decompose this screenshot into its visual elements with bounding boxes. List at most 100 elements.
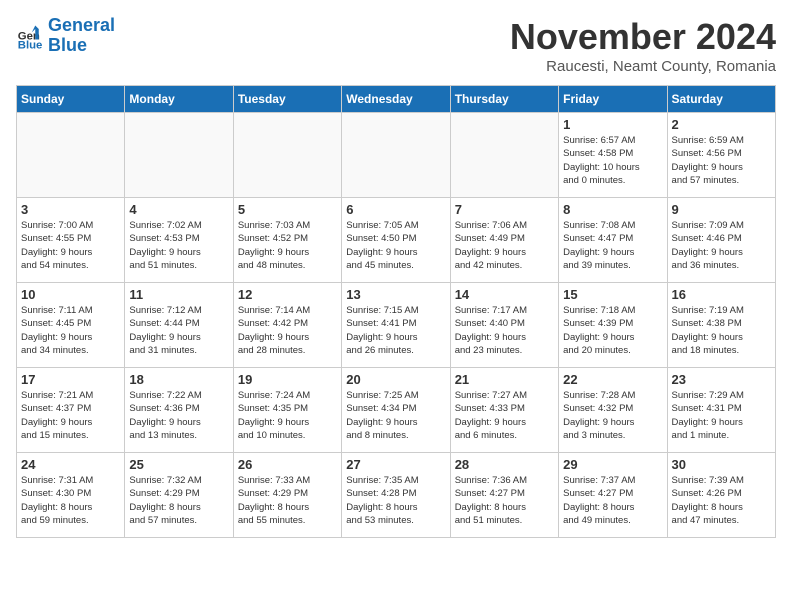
day-info: Sunrise: 7:33 AM Sunset: 4:29 PM Dayligh… — [238, 474, 337, 527]
calendar-week-row: 24 Sunrise: 7:31 AM Sunset: 4:30 PM Dayli… — [17, 453, 776, 538]
day-number: 6 — [346, 202, 445, 217]
table-row: 18 Sunrise: 7:22 AM Sunset: 4:36 PM Dayli… — [125, 368, 233, 453]
table-row: 1 Sunrise: 6:57 AM Sunset: 4:58 PM Daylig… — [559, 113, 667, 198]
table-row: 5 Sunrise: 7:03 AM Sunset: 4:52 PM Daylig… — [233, 198, 341, 283]
day-info: Sunrise: 7:12 AM Sunset: 4:44 PM Dayligh… — [129, 304, 228, 357]
logo: Gen Blue GeneralBlue — [16, 16, 115, 56]
table-row — [342, 113, 450, 198]
table-row: 3 Sunrise: 7:00 AM Sunset: 4:55 PM Daylig… — [17, 198, 125, 283]
table-row: 12 Sunrise: 7:14 AM Sunset: 4:42 PM Dayli… — [233, 283, 341, 368]
table-row: 20Sunrise: 7:25 AM Sunset: 4:34 PM Dayli… — [342, 368, 450, 453]
day-info: Sunrise: 7:22 AM Sunset: 4:36 PM Dayligh… — [129, 389, 228, 442]
table-row: 4 Sunrise: 7:02 AM Sunset: 4:53 PM Daylig… — [125, 198, 233, 283]
day-number: 13 — [346, 287, 445, 302]
day-info: Sunrise: 7:39 AM Sunset: 4:26 PM Dayligh… — [672, 474, 771, 527]
header: Gen Blue GeneralBlue November 2024 Rauce… — [16, 16, 776, 75]
table-row — [450, 113, 558, 198]
day-number: 26 — [238, 457, 337, 472]
day-info: Sunrise: 7:19 AM Sunset: 4:38 PM Dayligh… — [672, 304, 771, 357]
month-title: November 2024 — [510, 16, 776, 58]
day-info: Sunrise: 7:15 AM Sunset: 4:41 PM Dayligh… — [346, 304, 445, 357]
day-info: Sunrise: 6:57 AM Sunset: 4:58 PM Dayligh… — [563, 134, 662, 187]
header-thursday: Thursday — [450, 86, 558, 113]
table-row: 19 Sunrise: 7:24 AM Sunset: 4:35 PM Dayli… — [233, 368, 341, 453]
table-row — [17, 113, 125, 198]
table-row: 26 Sunrise: 7:33 AM Sunset: 4:29 PM Dayli… — [233, 453, 341, 538]
day-number: 23 — [672, 372, 771, 387]
day-info: Sunrise: 7:14 AM Sunset: 4:42 PM Dayligh… — [238, 304, 337, 357]
table-row: 21 Sunrise: 7:27 AM Sunset: 4:33 PM Dayli… — [450, 368, 558, 453]
day-number: 5 — [238, 202, 337, 217]
day-number: 30 — [672, 457, 771, 472]
day-info: Sunrise: 7:18 AM Sunset: 4:39 PM Dayligh… — [563, 304, 662, 357]
table-row: 17 Sunrise: 7:21 AM Sunset: 4:37 PM Dayli… — [17, 368, 125, 453]
table-row — [233, 113, 341, 198]
header-wednesday: Wednesday — [342, 86, 450, 113]
header-tuesday: Tuesday — [233, 86, 341, 113]
day-number: 11 — [129, 287, 228, 302]
day-number: 24 — [21, 457, 120, 472]
day-info: Sunrise: 7:08 AM Sunset: 4:47 PM Dayligh… — [563, 219, 662, 272]
table-row: 10Sunrise: 7:11 AM Sunset: 4:45 PM Dayli… — [17, 283, 125, 368]
day-number: 7 — [455, 202, 554, 217]
calendar-header-row: Sunday Monday Tuesday Wednesday Thursday… — [17, 86, 776, 113]
day-info: Sunrise: 7:02 AM Sunset: 4:53 PM Dayligh… — [129, 219, 228, 272]
day-number: 19 — [238, 372, 337, 387]
day-number: 12 — [238, 287, 337, 302]
day-number: 20 — [346, 372, 445, 387]
table-row: 25 Sunrise: 7:32 AM Sunset: 4:29 PM Dayli… — [125, 453, 233, 538]
table-row: 15Sunrise: 7:18 AM Sunset: 4:39 PM Dayli… — [559, 283, 667, 368]
day-info: Sunrise: 7:03 AM Sunset: 4:52 PM Dayligh… — [238, 219, 337, 272]
svg-text:Blue: Blue — [18, 39, 43, 50]
table-row: 11 Sunrise: 7:12 AM Sunset: 4:44 PM Dayli… — [125, 283, 233, 368]
day-info: Sunrise: 7:36 AM Sunset: 4:27 PM Dayligh… — [455, 474, 554, 527]
day-info: Sunrise: 7:32 AM Sunset: 4:29 PM Dayligh… — [129, 474, 228, 527]
day-number: 9 — [672, 202, 771, 217]
day-number: 17 — [21, 372, 120, 387]
day-info: Sunrise: 7:21 AM Sunset: 4:37 PM Dayligh… — [21, 389, 120, 442]
day-number: 28 — [455, 457, 554, 472]
header-monday: Monday — [125, 86, 233, 113]
day-info: Sunrise: 7:28 AM Sunset: 4:32 PM Dayligh… — [563, 389, 662, 442]
day-number: 22 — [563, 372, 662, 387]
day-number: 3 — [21, 202, 120, 217]
day-number: 29 — [563, 457, 662, 472]
table-row: 28 Sunrise: 7:36 AM Sunset: 4:27 PM Dayli… — [450, 453, 558, 538]
table-row: 23 Sunrise: 7:29 AM Sunset: 4:31 PM Dayli… — [667, 368, 775, 453]
day-info: Sunrise: 7:35 AM Sunset: 4:28 PM Dayligh… — [346, 474, 445, 527]
day-info: Sunrise: 7:11 AM Sunset: 4:45 PM Dayligh… — [21, 304, 120, 357]
table-row: 14Sunrise: 7:17 AM Sunset: 4:40 PM Dayli… — [450, 283, 558, 368]
header-sunday: Sunday — [17, 86, 125, 113]
day-number: 14 — [455, 287, 554, 302]
header-saturday: Saturday — [667, 86, 775, 113]
day-number: 16 — [672, 287, 771, 302]
table-row: 22 Sunrise: 7:28 AM Sunset: 4:32 PM Dayli… — [559, 368, 667, 453]
day-number: 21 — [455, 372, 554, 387]
table-row: 16 Sunrise: 7:19 AM Sunset: 4:38 PM Dayli… — [667, 283, 775, 368]
logo-text: GeneralBlue — [48, 16, 115, 56]
calendar-week-row: 3 Sunrise: 7:00 AM Sunset: 4:55 PM Daylig… — [17, 198, 776, 283]
day-number: 2 — [672, 117, 771, 132]
day-number: 18 — [129, 372, 228, 387]
day-number: 4 — [129, 202, 228, 217]
day-info: Sunrise: 7:31 AM Sunset: 4:30 PM Dayligh… — [21, 474, 120, 527]
table-row: 7 Sunrise: 7:06 AM Sunset: 4:49 PM Daylig… — [450, 198, 558, 283]
calendar-week-row: 17 Sunrise: 7:21 AM Sunset: 4:37 PM Dayli… — [17, 368, 776, 453]
title-area: November 2024 Raucesti, Neamt County, Ro… — [510, 16, 776, 75]
day-info: Sunrise: 7:24 AM Sunset: 4:35 PM Dayligh… — [238, 389, 337, 442]
day-info: Sunrise: 7:29 AM Sunset: 4:31 PM Dayligh… — [672, 389, 771, 442]
day-number: 1 — [563, 117, 662, 132]
table-row: 2Sunrise: 6:59 AM Sunset: 4:56 PM Daylig… — [667, 113, 775, 198]
day-number: 27 — [346, 457, 445, 472]
calendar-week-row: 1 Sunrise: 6:57 AM Sunset: 4:58 PM Daylig… — [17, 113, 776, 198]
day-info: Sunrise: 7:27 AM Sunset: 4:33 PM Dayligh… — [455, 389, 554, 442]
table-row: 24 Sunrise: 7:31 AM Sunset: 4:30 PM Dayli… — [17, 453, 125, 538]
table-row: 9Sunrise: 7:09 AM Sunset: 4:46 PM Daylig… — [667, 198, 775, 283]
day-info: Sunrise: 7:00 AM Sunset: 4:55 PM Dayligh… — [21, 219, 120, 272]
day-info: Sunrise: 7:06 AM Sunset: 4:49 PM Dayligh… — [455, 219, 554, 272]
calendar-week-row: 10Sunrise: 7:11 AM Sunset: 4:45 PM Dayli… — [17, 283, 776, 368]
day-info: Sunrise: 7:37 AM Sunset: 4:27 PM Dayligh… — [563, 474, 662, 527]
header-friday: Friday — [559, 86, 667, 113]
logo-icon: Gen Blue — [16, 22, 44, 50]
day-number: 25 — [129, 457, 228, 472]
